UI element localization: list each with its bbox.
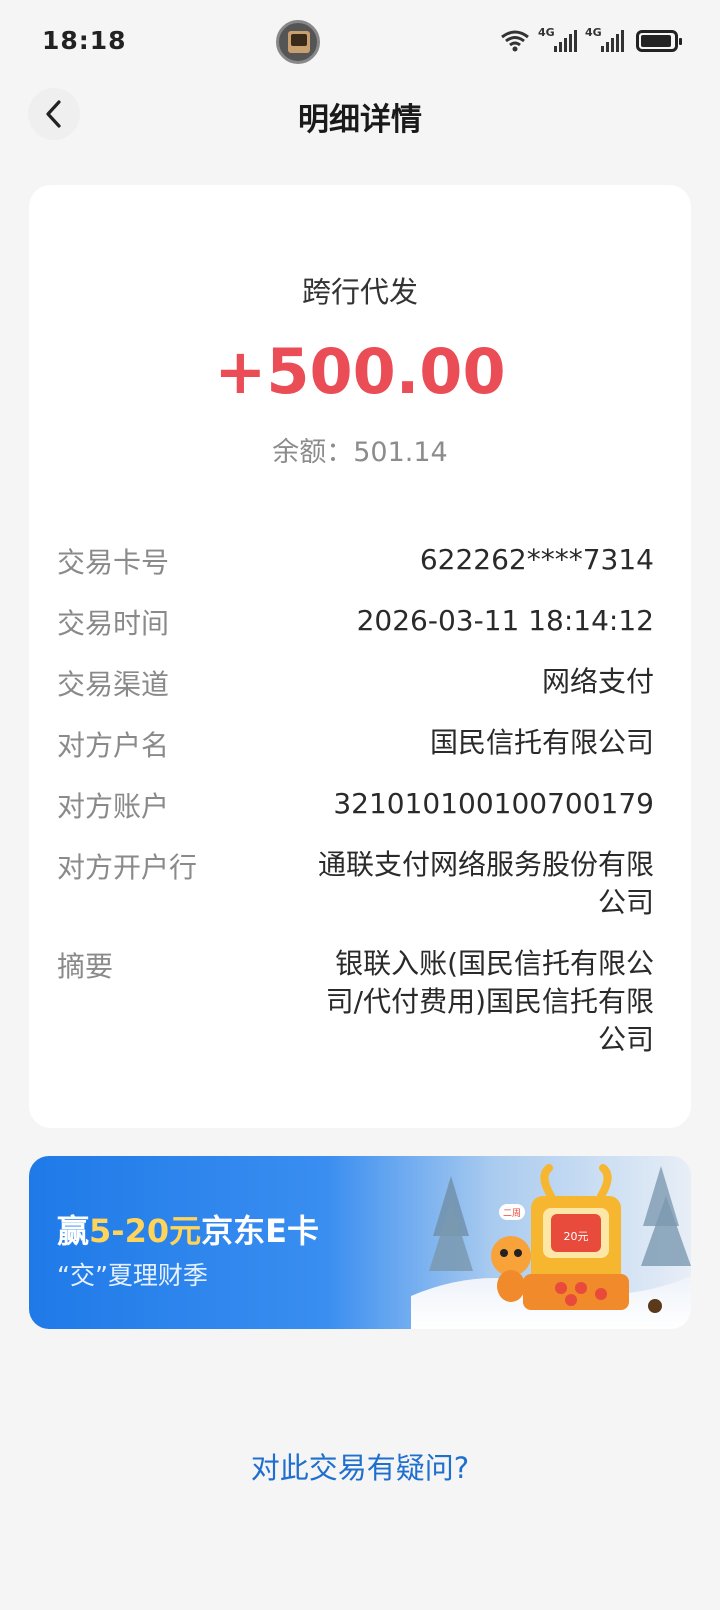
cellular-signal-icon: 4G bbox=[538, 26, 577, 52]
detail-row-time: 交易时间 2026-03-11 18:14:12 bbox=[57, 602, 654, 642]
detail-label: 对方开户行 bbox=[57, 851, 198, 884]
promo-banner[interactable]: 赢5-20元京东E卡 “交”夏理财季 20元 二周 bbox=[29, 1156, 691, 1329]
transaction-query-link[interactable]: 对此交易有疑问? bbox=[0, 1445, 720, 1487]
detail-value: 321010100100700179 bbox=[333, 787, 654, 820]
nav-bar: 明细详情 bbox=[0, 84, 720, 184]
banner-illustration: 20元 二周 bbox=[411, 1164, 691, 1329]
transaction-type: 跨行代发 bbox=[301, 275, 418, 309]
detail-label: 摘要 bbox=[57, 950, 114, 983]
detail-label: 交易渠道 bbox=[57, 668, 170, 701]
transaction-amount: +500.00 bbox=[214, 335, 506, 408]
detail-value: 银联入账(国民信托有限公司/代付费用)国民信托有限公司 bbox=[325, 947, 654, 1056]
wifi-icon bbox=[501, 30, 529, 52]
detail-label: 对方户名 bbox=[57, 729, 170, 762]
detail-value: 通联支付网络服务股份有限公司 bbox=[317, 848, 654, 919]
banner-tag-text: 二周 bbox=[503, 1208, 521, 1219]
notification-avatar-icon bbox=[276, 20, 320, 64]
detail-row-channel: 交易渠道 网络支付 bbox=[57, 663, 654, 703]
detail-label: 对方账户 bbox=[57, 790, 170, 823]
cellular-signal-icon-2: 4G bbox=[585, 26, 624, 52]
detail-row-counterparty-account: 对方账户 321010100100700179 bbox=[57, 785, 654, 825]
status-time: 18:18 bbox=[42, 26, 127, 55]
status-icons: 4G 4G bbox=[500, 26, 682, 54]
detail-label: 交易时间 bbox=[57, 607, 170, 640]
transaction-card: 跨行代发 +500.00 余额：501.14 交易卡号 622262****73… bbox=[29, 185, 691, 1128]
detail-row-counterparty-bank: 对方开户行 通联支付网络服务股份有限公司 bbox=[57, 846, 654, 922]
status-bar: 18:18 4G 4G bbox=[0, 0, 720, 84]
detail-row-card-number: 交易卡号 622262****7314 bbox=[57, 541, 654, 581]
detail-value: 2026-03-11 18:14:12 bbox=[356, 604, 654, 637]
banner-title: 赢5-20元京东E卡 bbox=[57, 1212, 319, 1250]
banner-badge-text: 20元 bbox=[564, 1230, 589, 1243]
account-balance: 余额：501.14 bbox=[272, 437, 448, 468]
banner-subtitle: “交”夏理财季 bbox=[57, 1261, 208, 1290]
detail-label: 交易卡号 bbox=[57, 546, 170, 579]
detail-value: 国民信托有限公司 bbox=[429, 726, 654, 759]
detail-row-summary: 摘要 银联入账(国民信托有限公司/代付费用)国民信托有限公司 bbox=[57, 945, 654, 1059]
detail-row-counterparty-name: 对方户名 国民信托有限公司 bbox=[57, 724, 654, 764]
page-title: 明细详情 bbox=[298, 102, 422, 138]
detail-value: 622262****7314 bbox=[419, 543, 654, 576]
battery-icon bbox=[636, 30, 682, 52]
detail-value: 网络支付 bbox=[541, 665, 654, 698]
